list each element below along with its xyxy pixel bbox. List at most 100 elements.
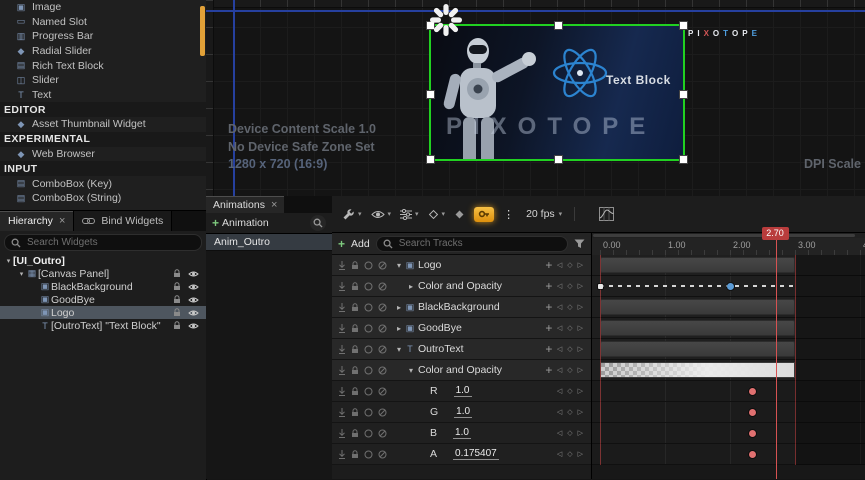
hierarchy-row[interactable]: ▣ GoodBye [0,293,206,306]
solo-icon[interactable] [364,366,373,375]
palette-item[interactable]: INPUT [0,161,206,176]
solo-icon[interactable] [364,261,373,270]
solo-icon[interactable] [364,282,373,291]
lock-icon[interactable] [351,429,359,438]
lock-icon[interactable] [351,408,359,417]
next-key-icon[interactable] [578,408,583,416]
tab-hierarchy[interactable]: Hierarchy × [0,211,74,231]
hierarchy-row[interactable]: ▾ ▦ [Canvas Panel] [0,267,206,280]
playhead-time-badge[interactable]: 2.70 [762,227,789,240]
animation-list-item[interactable]: Anim_Outro [206,234,332,251]
sequencer-timeline[interactable]: 0.001.002.003.004.00 2.70 [592,233,865,479]
pin-icon[interactable] [338,429,346,438]
add-key-icon[interactable] [567,261,572,269]
add-animation-button[interactable]: Animation [222,217,269,229]
resize-handle-s[interactable] [554,155,563,164]
pin-icon[interactable] [338,303,346,312]
add-key-icon[interactable] [567,303,572,311]
track-section-bar[interactable] [600,320,795,336]
previous-key-icon[interactable] [557,408,562,416]
keyframe-marker[interactable] [749,451,756,458]
lock-icon[interactable] [173,282,181,291]
animation-search-button[interactable] [310,215,326,231]
tab-animations[interactable]: Animations × [206,196,284,213]
close-icon[interactable]: × [59,215,65,227]
palette-scrollbar-thumb[interactable] [200,6,205,56]
next-key-icon[interactable] [578,303,583,311]
hierarchy-row[interactable]: ▾ [UI_Outro] [0,254,206,267]
mute-icon[interactable] [378,408,387,417]
track-row[interactable]: ▸ ▣ GoodBye [332,318,591,339]
hierarchy-row[interactable]: ▣ Logo [0,306,206,319]
expander-arrow[interactable]: ▾ [394,261,404,270]
next-key-icon[interactable] [578,429,583,437]
solo-icon[interactable] [364,429,373,438]
lock-icon[interactable] [351,387,359,396]
track-row[interactable]: A 0.175407 [332,444,591,465]
palette-item[interactable]: EXPERIMENTAL [0,132,206,147]
selected-widget-canvas[interactable]: Text Block PIXOTOPE [430,25,684,160]
next-key-icon[interactable] [578,366,583,374]
hierarchy-row[interactable]: T [OutroText] "Text Block" [0,319,206,332]
palette-item[interactable]: ◫ Slider [0,73,206,88]
palette-item[interactable]: ▤ Rich Text Block [0,58,206,73]
solo-icon[interactable] [364,345,373,354]
pin-icon[interactable] [338,261,346,270]
add-key-icon[interactable] [567,345,572,353]
solo-icon[interactable] [364,450,373,459]
keyframe-marker[interactable] [598,284,603,289]
add-key-icon[interactable] [567,387,572,395]
hierarchy-search-box[interactable] [4,234,202,251]
mute-icon[interactable] [378,450,387,459]
mute-icon[interactable] [378,387,387,396]
keying-options-button[interactable] [428,209,446,220]
next-key-icon[interactable] [578,387,583,395]
next-key-icon[interactable] [578,345,583,353]
timeline-ruler[interactable]: 0.001.002.003.004.00 [592,238,865,256]
keyframe-marker[interactable] [749,409,756,416]
expander-arrow[interactable]: ▾ [394,345,404,354]
resize-handle-sw[interactable] [426,155,435,164]
add-section-button[interactable] [541,342,557,356]
lock-icon[interactable] [173,308,181,317]
track-row[interactable]: ▸ ▣ BlackBackground [332,297,591,318]
channel-value[interactable]: 0.175407 [453,448,499,460]
fps-dropdown[interactable]: 20 fps [526,208,562,220]
auto-key-toggle[interactable] [474,207,494,222]
view-options-button[interactable] [371,210,392,219]
palette-item[interactable]: ▤ ComboBox (String) [0,191,206,206]
keyframe-marker[interactable] [727,283,734,290]
track-search-box[interactable] [376,236,568,252]
resize-handle-n[interactable] [554,21,563,30]
add-key-icon[interactable] [567,282,572,290]
mute-icon[interactable] [378,324,387,333]
palette-item[interactable]: EDITOR [0,102,206,117]
previous-key-icon[interactable] [557,303,562,311]
add-section-button[interactable] [541,363,557,377]
add-section-button[interactable] [541,321,557,335]
add-key-icon[interactable] [567,429,572,437]
lock-icon[interactable] [173,321,181,330]
expander-arrow[interactable]: ▾ [406,366,416,375]
pin-icon[interactable] [338,450,346,459]
mute-icon[interactable] [378,303,387,312]
filter-funnel-icon[interactable] [574,239,585,249]
track-row[interactable]: ▸ Color and Opacity [332,276,591,297]
lock-icon[interactable] [351,282,359,291]
channel-value[interactable]: 1.0 [454,406,472,418]
previous-key-icon[interactable] [557,282,562,290]
pin-icon[interactable] [338,408,346,417]
add-section-button[interactable] [541,258,557,272]
auto-key-menu-kebab-icon[interactable] [503,208,514,221]
palette-item[interactable]: ▤ ComboBox (Key) [0,176,206,191]
pin-icon[interactable] [338,387,346,396]
tab-bind-widgets[interactable]: Bind Widgets [74,211,172,231]
track-section-bar[interactable] [600,257,795,273]
hierarchy-row[interactable]: ▣ BlackBackground [0,280,206,293]
palette-item[interactable]: T Text [0,88,206,103]
add-key-icon[interactable] [567,366,572,374]
designer-viewport[interactable]: Text Block PIXOTOPE PIXOTOPE Device Cont… [206,0,865,197]
lock-icon[interactable] [351,366,359,375]
hierarchy-search-input[interactable] [25,236,195,249]
key-all-button[interactable] [454,209,465,220]
